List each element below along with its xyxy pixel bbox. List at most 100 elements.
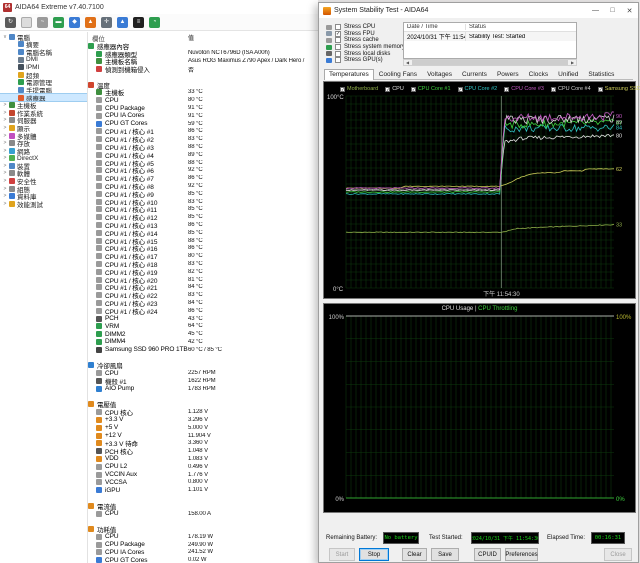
clear-button[interactable]: Clear xyxy=(402,548,427,561)
sidebar-item-電腦名稱[interactable]: 電腦名稱 xyxy=(0,48,87,56)
sensor-label: VCCIN Aux xyxy=(105,471,137,478)
sidebar-item-作業系統[interactable]: >作業系統 xyxy=(0,109,87,117)
sensor-value: 88 °C xyxy=(188,238,306,244)
sensor-label-wrap: 偵測到機箱侵入 xyxy=(88,64,188,74)
graph-icon[interactable]: ~ xyxy=(37,17,48,28)
tab-powers[interactable]: Powers xyxy=(492,69,524,79)
sensor-row: PCH 核心1.048 V xyxy=(88,447,318,455)
sensor-row: CPU158.00 A xyxy=(88,510,318,518)
sidebar-item-資料庫[interactable]: >資料庫 xyxy=(0,192,87,200)
sidebar-item-DirectX[interactable]: >DirectX xyxy=(0,155,87,163)
legend-checkbox[interactable]: ✓ xyxy=(598,87,603,92)
scroll-right-arrow-icon[interactable]: ▶ xyxy=(569,60,576,65)
collapse-arrow-icon[interactable]: > xyxy=(2,117,8,123)
preferences-button[interactable]: Preferences xyxy=(505,548,538,561)
minimize-button[interactable]: — xyxy=(587,3,604,18)
maximize-button[interactable]: □ xyxy=(604,3,621,18)
stress-label: Stress local disks xyxy=(344,51,390,57)
temperature-graph-panel: ✓Motherboard✓CPU✓CPU Core #1✓CPU Core #2… xyxy=(323,81,636,299)
legend-checkbox[interactable]: ✓ xyxy=(340,87,345,92)
legend-checkbox[interactable]: ✓ xyxy=(458,87,463,92)
log-status: Stability Test: Started xyxy=(466,34,576,40)
sensor-row: VRM64 °C xyxy=(88,322,318,330)
tab-voltages[interactable]: Voltages xyxy=(422,69,457,79)
save-button[interactable]: Save xyxy=(431,548,459,561)
legend-checkbox[interactable]: ✓ xyxy=(551,87,556,92)
collapse-arrow-icon[interactable]: > xyxy=(2,148,8,154)
svg-text:0%: 0% xyxy=(335,497,344,503)
refresh-icon[interactable]: ↻ xyxy=(5,17,16,28)
sidebar-item-電腦[interactable]: v電腦 xyxy=(0,33,87,41)
stress-checkbox[interactable]: ✓ xyxy=(335,31,341,37)
report-icon[interactable] xyxy=(21,17,32,28)
tree-item-icon xyxy=(9,110,15,116)
stress-option: Stress local disks xyxy=(326,50,404,57)
sidebar-item-感應器[interactable]: 感應器 xyxy=(0,94,87,102)
tab-clocks[interactable]: Clocks xyxy=(524,69,554,79)
sensor-value: 0.02 W xyxy=(188,557,306,563)
stability-titlebar[interactable]: System Stability Test - AIDA64 —□✕ xyxy=(319,3,638,18)
sensor-row: Samsung SSD 960 PRO 1TB60 °C / 85 °C xyxy=(88,346,318,354)
aida-tools-icon[interactable]: ▲ xyxy=(117,17,128,28)
sidebar-item-軟體[interactable]: >軟體 xyxy=(0,170,87,178)
collapse-arrow-icon[interactable]: > xyxy=(2,178,8,184)
tab-cooling-fans[interactable]: Cooling Fans xyxy=(374,69,422,79)
sidebar-item-效能測試[interactable]: >效能測試 xyxy=(0,200,87,208)
sidebar-item-顯示[interactable]: >顯示 xyxy=(0,124,87,132)
sidebar-item-多媒體[interactable]: >多媒體 xyxy=(0,132,87,140)
sensor-value: 88 °C xyxy=(188,160,306,166)
log-row[interactable]: 2024/10/31 下午 11:54:30Stability Test: St… xyxy=(404,32,576,41)
sidebar-item-組態[interactable]: >組態 xyxy=(0,185,87,193)
sensor-label-wrap: CPU xyxy=(88,533,188,540)
diagnostics-icon[interactable]: ✛ xyxy=(101,17,112,28)
scroll-left-arrow-icon[interactable]: ◀ xyxy=(404,60,411,65)
tab-temperatures[interactable]: Temperatures xyxy=(324,69,374,80)
stop-button[interactable]: Stop xyxy=(359,548,389,561)
svg-text:90: 90 xyxy=(616,114,622,120)
sidebar-item-存放[interactable]: >存放 xyxy=(0,139,87,147)
memory-benchmark-icon[interactable]: ▬ xyxy=(53,17,64,28)
sidebar-item-IPMI[interactable]: IPMI xyxy=(0,63,87,71)
collapse-arrow-icon[interactable]: > xyxy=(2,186,8,192)
expand-arrow-icon[interactable]: v xyxy=(2,34,8,40)
sidebar-item-安全性[interactable]: >安全性 xyxy=(0,177,87,185)
legend-checkbox[interactable]: ✓ xyxy=(411,87,416,92)
collapse-arrow-icon[interactable]: > xyxy=(2,133,8,139)
stress-checkbox[interactable] xyxy=(335,44,341,50)
stress-checkbox[interactable] xyxy=(335,24,341,30)
collapse-arrow-icon[interactable]: > xyxy=(2,155,8,161)
collapse-arrow-icon[interactable]: > xyxy=(2,125,8,131)
log-table-hscrollbar[interactable]: ◀ ▶ xyxy=(403,59,577,66)
sidebar-item-伺服器[interactable]: >伺服器 xyxy=(0,117,87,125)
collapse-arrow-icon[interactable]: > xyxy=(2,102,8,108)
legend-checkbox[interactable]: ✓ xyxy=(385,87,390,92)
cpuid-button[interactable]: CPUID xyxy=(474,548,501,561)
sidebar-item-裝置[interactable]: >裝置 xyxy=(0,162,87,170)
stress-checkbox[interactable] xyxy=(335,57,341,63)
collapse-arrow-icon[interactable]: > xyxy=(2,140,8,146)
collapse-arrow-icon[interactable]: > xyxy=(2,193,8,199)
collapse-arrow-icon[interactable]: > xyxy=(2,110,8,116)
close-button[interactable]: ✕ xyxy=(621,3,638,18)
test-log-table[interactable]: Date / Time Status 2024/10/31 下午 11:54:3… xyxy=(403,22,577,59)
tab-currents[interactable]: Currents xyxy=(457,69,492,79)
collapse-arrow-icon[interactable]: > xyxy=(2,201,8,207)
legend-checkbox[interactable]: ✓ xyxy=(504,87,509,92)
disk-benchmark-icon[interactable]: ◆ xyxy=(69,17,80,28)
svg-text:100°C: 100°C xyxy=(327,95,344,101)
stability-test-icon[interactable]: ▲ xyxy=(85,17,96,28)
stress-label: Stress FPU xyxy=(344,31,375,37)
tab-statistics[interactable]: Statistics xyxy=(583,69,619,79)
sensor-label-wrap: CPU xyxy=(88,510,188,517)
sensor-value: 33 °C xyxy=(188,89,306,95)
sidebar-item-網路[interactable]: >網路 xyxy=(0,147,87,155)
stress-checkbox[interactable] xyxy=(335,51,341,57)
collapse-arrow-icon[interactable]: > xyxy=(2,163,8,169)
stability-window-title: System Stability Test - AIDA64 xyxy=(334,7,428,14)
collapse-arrow-icon[interactable]: > xyxy=(2,170,8,176)
stress-checkbox[interactable] xyxy=(335,37,341,43)
scrollbar-thumb[interactable] xyxy=(412,60,568,65)
timer-icon[interactable]: ◔ xyxy=(149,17,160,28)
osd-panel-icon[interactable]: ≡ xyxy=(133,17,144,28)
tab-unified[interactable]: Unified xyxy=(553,69,583,79)
